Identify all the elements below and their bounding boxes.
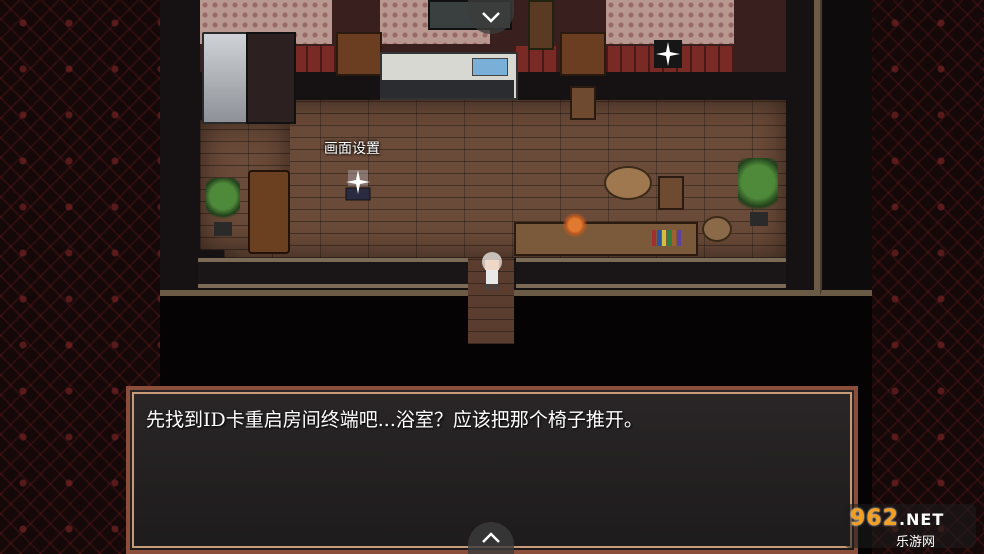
watermark-domain: .NET <box>898 510 945 529</box>
grandfather-clock[interactable] <box>528 0 554 50</box>
chevron-up-icon <box>482 532 500 543</box>
chair[interactable] <box>658 176 684 210</box>
outer-wall-right <box>820 0 872 296</box>
refrigerator[interactable] <box>202 32 250 124</box>
sink[interactable] <box>472 58 508 76</box>
settings-terminal-icon[interactable] <box>342 166 374 202</box>
flower-pot[interactable] <box>560 210 590 240</box>
round-table[interactable] <box>604 166 652 200</box>
site-watermark: 962.NET 乐游网 <box>844 504 976 550</box>
wallpaper-panel <box>606 0 734 44</box>
watermark-logo: 962.NET <box>850 506 944 531</box>
chair[interactable] <box>570 86 596 120</box>
low-shelf[interactable] <box>514 222 698 256</box>
player-character[interactable] <box>476 250 508 290</box>
sofa[interactable] <box>248 170 290 254</box>
map-label: 画面设置 <box>324 141 380 157</box>
lower-wall <box>198 258 468 288</box>
potted-plant[interactable] <box>738 158 778 218</box>
game-screen[interactable]: 画面设置 先找到ID卡重启房间终端吧...浴室？应该把那个椅子推开。 962.N… <box>0 0 984 554</box>
right-wallpaper <box>872 0 984 554</box>
plant-pot <box>750 212 768 226</box>
sparkle-icon[interactable] <box>654 40 682 68</box>
stool[interactable] <box>702 216 732 242</box>
dialog-text: 先找到ID卡重启房间终端吧...浴室？应该把那个椅子推开。 <box>146 409 643 431</box>
potted-plant[interactable] <box>206 178 240 224</box>
counter-base <box>380 80 514 98</box>
cabinet[interactable] <box>246 32 296 124</box>
watermark-site-name: 乐游网 <box>896 535 936 550</box>
watermark-number: 962 <box>850 506 899 531</box>
wooden-floor[interactable] <box>224 100 786 258</box>
door[interactable] <box>336 32 382 76</box>
door[interactable] <box>560 32 606 76</box>
lower-wall <box>516 258 786 288</box>
chevron-down-icon <box>482 12 500 23</box>
plant-pot <box>214 222 232 236</box>
wainscot <box>292 46 336 72</box>
